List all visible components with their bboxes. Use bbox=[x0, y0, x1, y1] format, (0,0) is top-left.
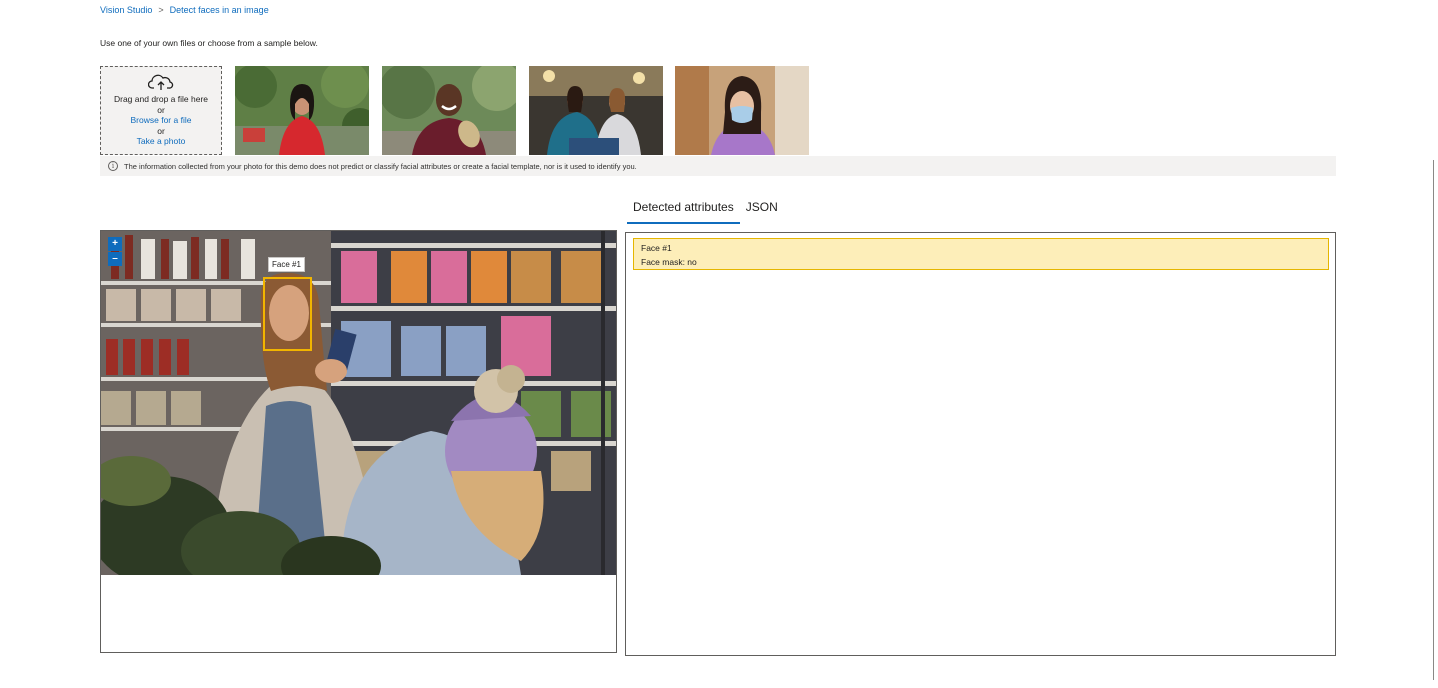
face-mask-attribute: Face mask: no bbox=[641, 257, 697, 267]
breadcrumb-vision-studio-link[interactable]: Vision Studio bbox=[100, 5, 152, 15]
sample-photo bbox=[529, 66, 663, 155]
face-bounding-box[interactable] bbox=[263, 277, 312, 351]
results-tabs: Detected attributes JSON bbox=[627, 196, 784, 224]
analyzed-photo bbox=[101, 231, 616, 575]
sample-photo bbox=[675, 66, 809, 155]
zoom-out-button[interactable]: – bbox=[108, 252, 122, 266]
tab-detected-attributes[interactable]: Detected attributes bbox=[627, 196, 740, 224]
page-scrollbar[interactable] bbox=[1433, 160, 1434, 680]
notice-text: The information collected from your phot… bbox=[124, 161, 637, 171]
drag-drop-text: Drag and drop a file here bbox=[113, 94, 209, 104]
sample-woman-red-jacket[interactable] bbox=[235, 66, 369, 155]
breadcrumb: Vision Studio > Detect faces in an image bbox=[100, 5, 269, 15]
instruction-text: Use one of your own files or choose from… bbox=[100, 38, 318, 48]
face-tag-label: Face #1 bbox=[268, 257, 305, 272]
privacy-notice: i The information collected from your ph… bbox=[100, 156, 1336, 176]
analyzed-image-panel: + – bbox=[100, 230, 617, 653]
take-photo-link[interactable]: Take a photo bbox=[137, 136, 186, 147]
face-result-title: Face #1 bbox=[641, 243, 672, 253]
browse-file-link[interactable]: Browse for a file bbox=[131, 115, 192, 126]
face-result-card[interactable]: Face #1 Face mask: no bbox=[633, 238, 1329, 270]
zoom-in-button[interactable]: + bbox=[108, 237, 122, 251]
or-text: or bbox=[157, 104, 165, 115]
sample-woman-face-mask[interactable] bbox=[675, 66, 809, 155]
sample-man-holding-object[interactable] bbox=[382, 66, 516, 155]
sample-photo bbox=[235, 66, 369, 155]
info-icon: i bbox=[108, 161, 118, 171]
cloud-upload-icon bbox=[148, 74, 174, 90]
or-text: or bbox=[157, 125, 165, 136]
upload-drop-zone[interactable]: Drag and drop a file here or Browse for … bbox=[100, 66, 222, 155]
breadcrumb-chevron-icon: > bbox=[158, 5, 164, 15]
detected-attributes-panel: Face #1 Face mask: no bbox=[625, 232, 1336, 656]
sample-two-women-seated[interactable] bbox=[529, 66, 663, 155]
sample-photo bbox=[382, 66, 516, 155]
tab-json[interactable]: JSON bbox=[740, 196, 784, 224]
breadcrumb-current-page[interactable]: Detect faces in an image bbox=[170, 5, 269, 15]
